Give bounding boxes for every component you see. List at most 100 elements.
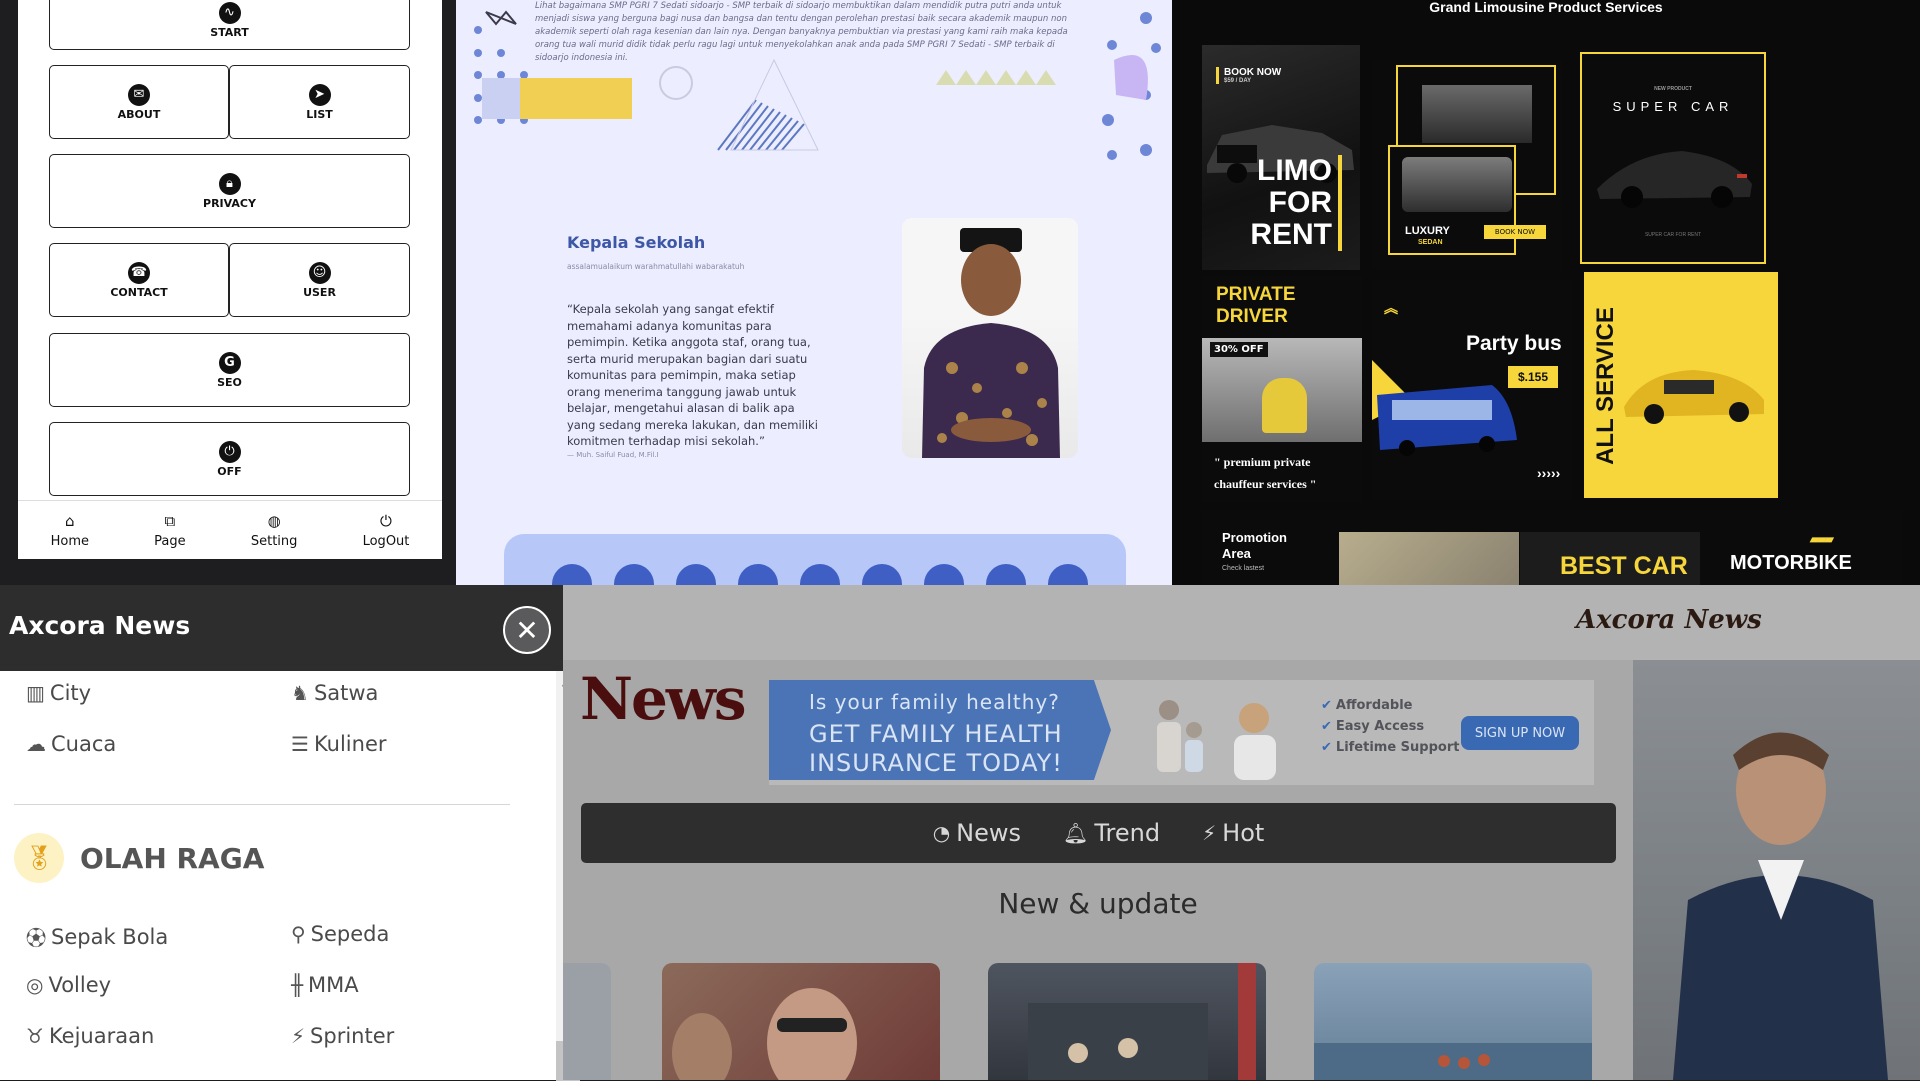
close-button[interactable]: ✕ xyxy=(503,606,551,654)
promotion-strip: Promotion Area Check lastest BEST CAR ▰▰… xyxy=(1202,510,1902,585)
book-now-badge: BOOK NOW $59 / DAY xyxy=(1216,67,1281,84)
limousine-collage-panel: Grand Limousine Product Services BOOK NO… xyxy=(1172,0,1920,585)
palette-icon: ◍ xyxy=(267,511,281,530)
luxury-sedan-tile[interactable]: LUXURY SEDAN BOOK NOW xyxy=(1372,60,1562,270)
nav-home-label: Home xyxy=(50,533,89,549)
limo-for-rent-heading: LIMO FOR RENT xyxy=(1250,155,1342,251)
drawer-title: Axcora News xyxy=(9,611,191,640)
news-card-2[interactable] xyxy=(988,963,1266,1080)
contact-button[interactable]: ☎ CONTACT xyxy=(49,243,229,317)
model-advertisement-image[interactable] xyxy=(1633,660,1920,1080)
nav-logout-label: LogOut xyxy=(362,533,410,549)
privacy-button[interactable]: 🔒︎ PRIVACY xyxy=(49,154,410,228)
drawer-item-label: Volley xyxy=(48,973,112,997)
news-card-3-image xyxy=(1314,1043,1592,1080)
private-driver-heading: PRIVATE DRIVER xyxy=(1216,284,1296,328)
drawer-item-sepeda[interactable]: ⚲ Sepeda xyxy=(291,922,389,946)
engine-image xyxy=(1422,85,1532,143)
drawer-item-sprinter[interactable]: ⚡︎ Sprinter xyxy=(291,1024,394,1048)
weather-icon: ☁ xyxy=(26,732,46,756)
nav-setting-label: Setting xyxy=(250,533,298,549)
off-button[interactable]: ⏻ OFF xyxy=(49,422,410,496)
list-label: LIST xyxy=(306,107,333,121)
private-word: PRIVATE xyxy=(1216,284,1296,305)
drawer-item-city[interactable]: ▥ City xyxy=(26,681,91,705)
user-button[interactable]: ☺ USER xyxy=(229,243,410,317)
drawer-header: Axcora News ✕ xyxy=(0,585,563,671)
nav-trend[interactable]: 🔔︎ Trend xyxy=(1063,819,1160,847)
ad-check-easy-access: ✔ Easy Access xyxy=(1321,719,1424,734)
ad-question: Is your family healthy? xyxy=(809,690,1060,714)
news-card-3[interactable] xyxy=(1314,963,1592,1080)
drawer-item-satwa[interactable]: ♞ Satwa xyxy=(291,681,378,705)
drawer-item-kuliner[interactable]: ☰ Kuliner xyxy=(291,732,387,756)
runner-icon: ⚡︎ xyxy=(291,1024,306,1048)
seo-button[interactable]: G SEO xyxy=(49,333,410,407)
insurance-ad-banner[interactable]: Is your family healthy? GET FAMILY HEALT… xyxy=(769,680,1594,785)
drawer-item-mma[interactable]: ╫ MMA xyxy=(291,973,359,997)
luxury-label: LUXURY xyxy=(1405,225,1450,237)
power-icon: ⏻ xyxy=(380,511,392,530)
check-icon: ✔ xyxy=(1321,698,1332,713)
send-icon: ➤ xyxy=(308,83,331,106)
best-car-box[interactable]: BEST CAR xyxy=(1520,532,1700,585)
book-now-small-button[interactable]: BOOK NOW xyxy=(1484,225,1546,239)
site-logo[interactable]: News xyxy=(580,665,746,733)
bell-icon: 🔔︎ xyxy=(1063,821,1089,845)
map-image xyxy=(1339,532,1519,585)
check-lastest: Check lastest xyxy=(1222,565,1265,572)
party-bus-tile[interactable]: ︽ Party bus $.155 ››››› xyxy=(1372,280,1572,500)
limo-for-rent-tile[interactable]: BOOK NOW $59 / DAY LIMO FOR RENT xyxy=(1202,45,1360,270)
nav-home[interactable]: ⌂ Home xyxy=(51,512,89,549)
ad-check-label: Affordable xyxy=(1335,698,1413,713)
nav-setting[interactable]: ◍ Setting xyxy=(251,512,298,549)
nav-hot[interactable]: ⚡︎ Hot xyxy=(1202,819,1264,847)
principal-photo xyxy=(902,218,1078,458)
drawer-item-volley[interactable]: ◎ Volley xyxy=(26,973,111,997)
rss-icon: ◔ xyxy=(932,821,951,845)
ad-headline: GET FAMILY HEALTH INSURANCE TODAY! xyxy=(809,720,1063,778)
collage-title: Grand Limousine Product Services xyxy=(1429,0,1663,15)
all-service-tile[interactable]: ALL SERVICE xyxy=(1584,272,1778,498)
rent-word: RENT xyxy=(1250,218,1332,251)
ad-check-label: Easy Access xyxy=(1335,719,1425,734)
principal-greeting: assalamualaikum warahmatullahi wabarakat… xyxy=(567,262,745,271)
nav-news[interactable]: ◔ News xyxy=(933,819,1021,847)
book-price: $59 / DAY xyxy=(1224,78,1252,84)
drawer-item-kejuaraan[interactable]: ♉︎ Kejuaraan xyxy=(26,1024,154,1048)
drawer-item-cuaca[interactable]: ☁ Cuaca xyxy=(26,732,116,756)
site-brand[interactable]: Axcora News xyxy=(1576,605,1762,635)
drawer-item-sepak-bola[interactable]: ⚽︎ Sepak Bola xyxy=(26,922,168,951)
school-intro-text: Lihat bagaimana SMP PGRI 7 Sedati sidoar… xyxy=(535,1,1068,63)
book-now-text: BOOK NOW xyxy=(1224,67,1282,78)
super-car-tile[interactable]: NEW PRODUCT SUPER CAR SUPER CAR FOR RENT xyxy=(1580,52,1766,264)
drawer-item-label: Cuaca xyxy=(51,732,117,756)
phone-screen: ∿ START ✉ ABOUT ➤ LIST 🔒︎ PRIVACY ☎ CONT… xyxy=(18,0,442,559)
nav-page[interactable]: ⧉ Page xyxy=(154,512,185,549)
sign-up-button[interactable]: SIGN UP NOW xyxy=(1461,716,1579,750)
new-product-label: NEW PRODUCT xyxy=(1654,86,1692,92)
news-card-partial[interactable] xyxy=(563,963,611,1080)
private-driver-tile[interactable]: PRIVATE DRIVER 30% OFF " premium private… xyxy=(1202,276,1362,502)
drawer-item-label: City xyxy=(49,681,92,705)
news-card-2-image xyxy=(1028,963,1256,1080)
sport-section-title: OLAH RAGA xyxy=(80,841,265,875)
list-button[interactable]: ➤ LIST xyxy=(229,65,410,139)
ad-check-affordable: ✔ Affordable xyxy=(1321,698,1413,713)
promotion-word: Promotion xyxy=(1222,530,1287,545)
drawer-divider xyxy=(14,804,510,805)
start-button[interactable]: ∿ START xyxy=(49,0,410,50)
about-button[interactable]: ✉ ABOUT xyxy=(49,65,229,139)
nav-logout[interactable]: ⏻ LogOut xyxy=(363,512,410,549)
sedan-image xyxy=(1402,157,1512,212)
chevron-up-icon: ︽ xyxy=(1384,300,1398,316)
for-word: FOR xyxy=(1268,186,1332,219)
super-car-heading: SUPER CAR xyxy=(1612,99,1734,114)
lock-icon: 🔒︎ xyxy=(218,172,241,195)
news-card-1[interactable] xyxy=(662,963,940,1080)
motorbike-box[interactable]: ▰▰▰ MOTORBIKE xyxy=(1700,532,1902,585)
mobile-menu-panel: ∿ START ✉ ABOUT ➤ LIST 🔒︎ PRIVACY ☎ CONT… xyxy=(0,0,457,585)
start-label: START xyxy=(210,25,249,39)
contact-label: CONTACT xyxy=(110,285,168,299)
news-drawer: Axcora News ✕ ▥ City ♞ Satwa ☁ Cuaca ☰ Kulin… xyxy=(0,585,580,1081)
